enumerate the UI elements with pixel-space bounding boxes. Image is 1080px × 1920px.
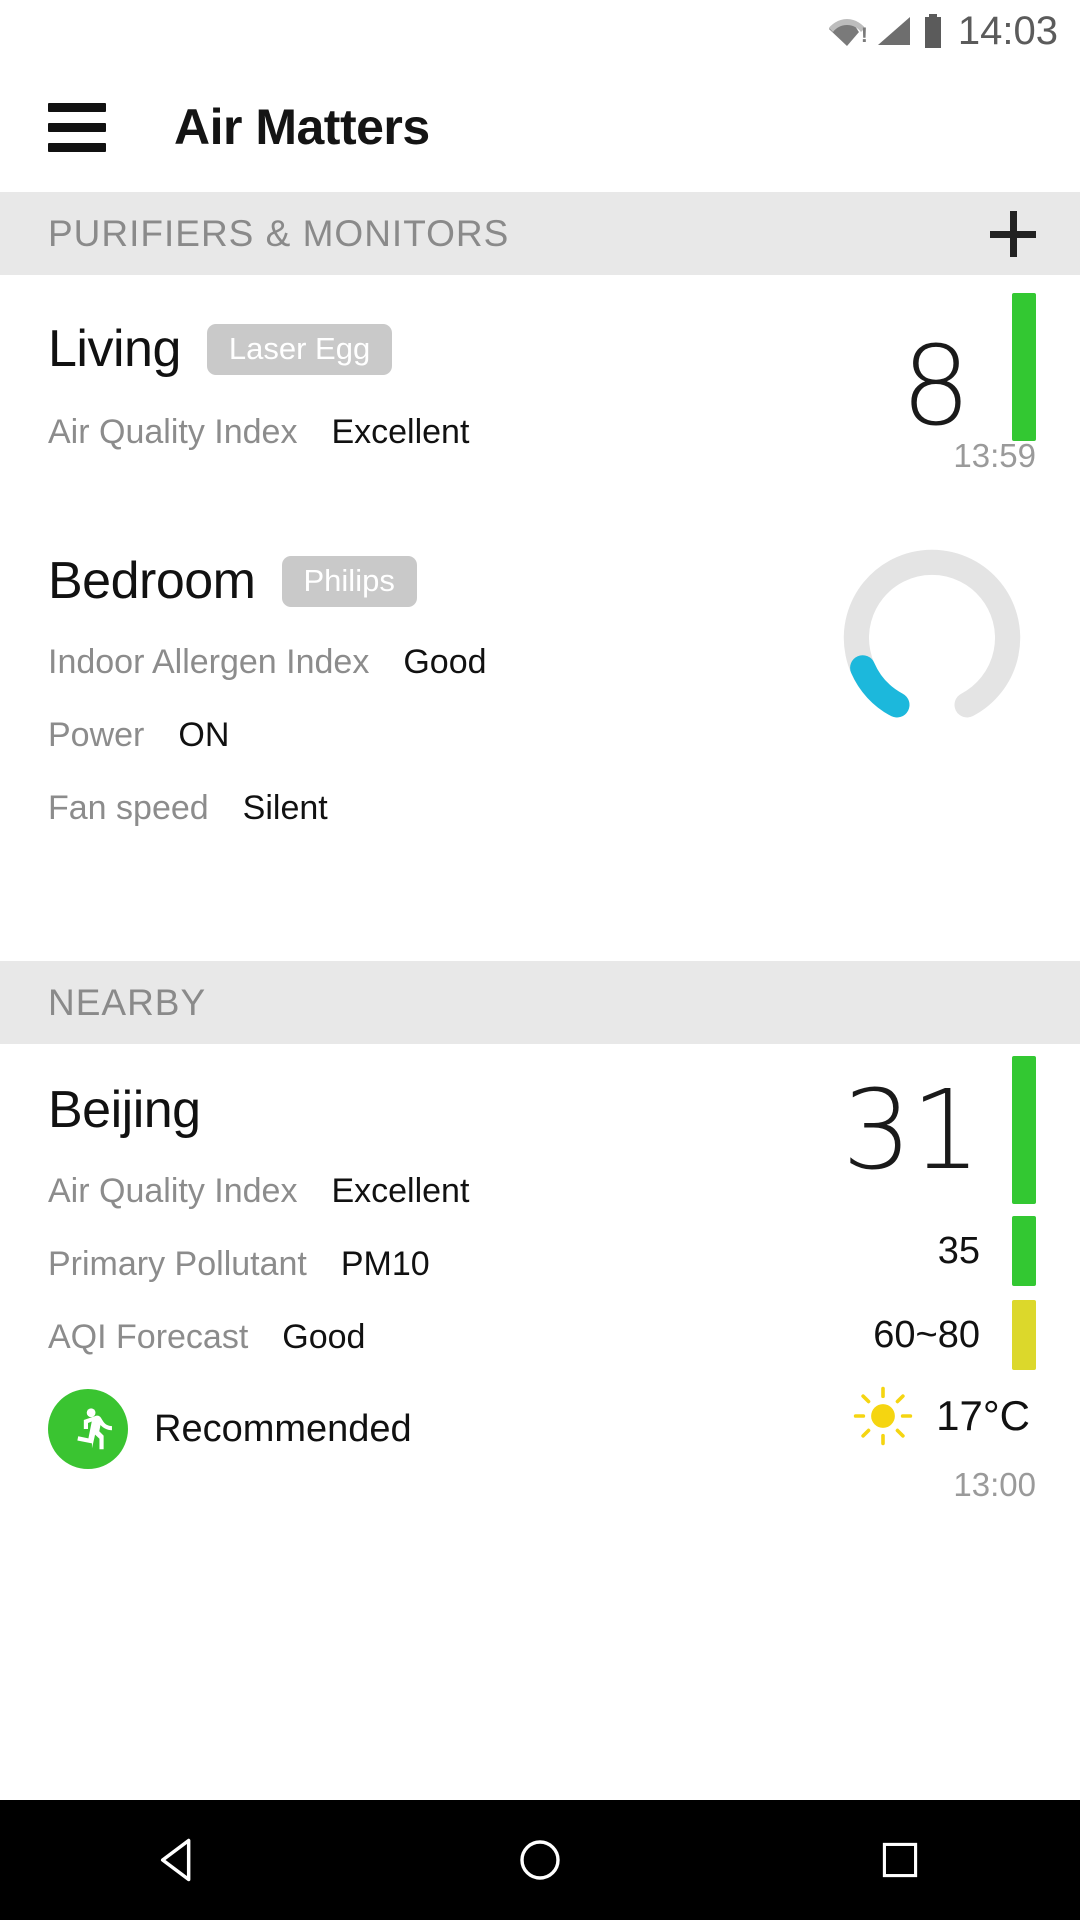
section-title: NEARBY (48, 981, 207, 1023)
device-card-bedroom[interactable]: Bedroom Philips Indoor Allergen Index Go… (0, 533, 1080, 883)
fan-speed-value: Silent (242, 789, 328, 827)
metric-label: Air Quality Index (48, 413, 298, 451)
metric-label: Indoor Allergen Index (48, 643, 370, 681)
wifi-no-internet-icon: ! (828, 15, 868, 47)
pollutant-level-bar (1012, 1216, 1036, 1286)
allergen-gauge-icon (842, 549, 1022, 729)
device-card-living[interactable]: Living Laser Egg Air Quality Index Excel… (0, 275, 1080, 533)
section-spacer (0, 883, 1080, 961)
aqi-forecast-value: Good (282, 1318, 366, 1356)
aqi-number: 31 (842, 1066, 981, 1194)
temperature-value: 17°C (936, 1392, 1030, 1439)
recents-square-icon (882, 1842, 918, 1878)
device-timestamp: 13:59 (953, 437, 1036, 474)
activity-label: Recommended (154, 1407, 412, 1450)
device-name: Living (48, 320, 181, 378)
device-metric-row: Air Quality Index Excellent (48, 413, 1036, 452)
device-header: Living Laser Egg (48, 319, 1036, 379)
home-button[interactable] (480, 1800, 600, 1920)
cellular-signal-icon (877, 17, 910, 45)
device-fan-row: Fan speed Silent (48, 789, 1036, 828)
city-timestamp: 13:00 (953, 1466, 1036, 1503)
forecast-level-bar (1012, 1300, 1036, 1370)
status-icons: ! (828, 14, 944, 48)
app-screen: ! 14:03 Air Matters PURIFIERS & MONITORS (0, 0, 1080, 1920)
device-name: Bedroom (48, 552, 256, 610)
metric-value: Excellent (331, 413, 470, 451)
sunny-icon (853, 1386, 913, 1446)
aqi-forecast-label: AQI Forecast (48, 1318, 249, 1356)
pollutant-number: 35 (937, 1229, 980, 1272)
city-readouts: 31 35 60~80 17°C 13:00 (616, 1056, 1036, 1504)
pollutant-readout: 35 (616, 1216, 1036, 1286)
metric-value: Good (403, 643, 487, 681)
power-label: Power (48, 716, 145, 754)
aqi-readout: 31 (616, 1056, 1036, 1204)
aqi-readout: 8 (901, 293, 1036, 441)
city-timestamp-row: 13:00 (616, 1466, 1036, 1504)
status-clock: 14:03 (957, 8, 1058, 53)
power-value: ON (178, 716, 230, 754)
home-circle-icon (520, 1840, 560, 1880)
aqi-number: 8 (901, 322, 971, 450)
fan-speed-label: Fan speed (48, 789, 209, 827)
wifi-alert-glyph: ! (860, 24, 868, 47)
hamburger-menu-icon[interactable] (48, 102, 106, 152)
section-header-purifiers: PURIFIERS & MONITORS (0, 192, 1080, 275)
back-button[interactable] (120, 1800, 240, 1920)
add-device-button[interactable] (990, 210, 1036, 257)
device-badge: Philips (281, 555, 417, 607)
android-navigation-bar (0, 1800, 1080, 1920)
hamburger-bar (48, 122, 106, 132)
running-person-icon (48, 1389, 128, 1469)
recents-button[interactable] (840, 1800, 960, 1920)
section-header-nearby: NEARBY (0, 961, 1080, 1044)
hamburger-bar (48, 142, 106, 152)
nearby-card-beijing[interactable]: Beijing Air Quality Index Excellent Prim… (0, 1044, 1080, 1503)
primary-pollutant-label: Primary Pollutant (48, 1245, 307, 1283)
page-title: Air Matters (174, 99, 430, 155)
app-bar: Air Matters (0, 62, 1080, 192)
aqi-value: Excellent (331, 1172, 470, 1210)
back-triangle-icon (160, 1838, 191, 1882)
status-bar: ! 14:03 (0, 0, 1080, 62)
hamburger-bar (48, 102, 106, 112)
aqi-level-bar (1012, 293, 1036, 441)
forecast-number: 60~80 (873, 1313, 980, 1356)
device-badge: Laser Egg (206, 323, 393, 375)
aqi-label: Air Quality Index (48, 1172, 298, 1210)
forecast-readout: 60~80 (616, 1300, 1036, 1370)
section-title: PURIFIERS & MONITORS (48, 212, 510, 254)
aqi-level-bar (1012, 1056, 1036, 1204)
primary-pollutant-value: PM10 (340, 1245, 430, 1283)
weather-readout: 17°C (616, 1376, 1036, 1456)
battery-icon (924, 14, 941, 48)
